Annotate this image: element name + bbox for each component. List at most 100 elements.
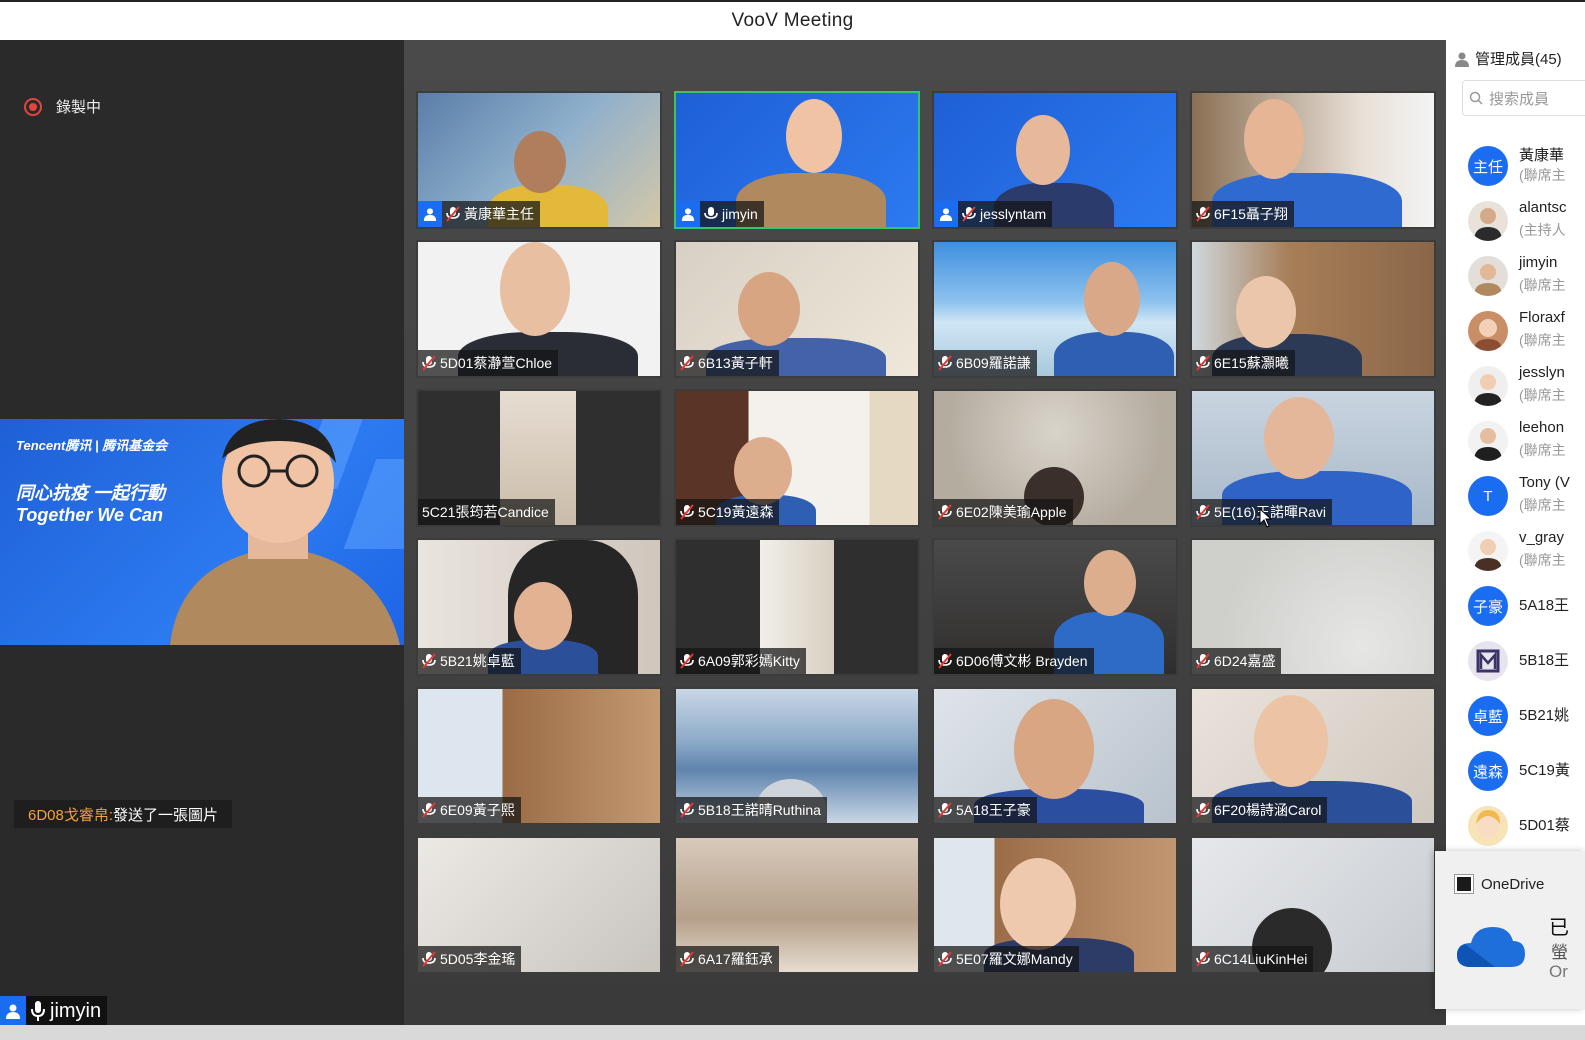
- member-item[interactable]: jesslyn (聯席主: [1468, 360, 1585, 410]
- member-name: 5B21姚: [1519, 707, 1570, 724]
- video-tile[interactable]: 6B13黃子軒: [674, 240, 920, 378]
- mic-muted-icon: [446, 206, 460, 222]
- participant-name: 黃康華主任: [464, 206, 534, 222]
- member-item[interactable]: leehon (聯席主: [1468, 415, 1585, 465]
- onedrive-app-icon: [1454, 874, 1474, 894]
- recording-label: 錄製中: [56, 99, 102, 116]
- video-tile[interactable]: 6C14LiuKinHei: [1190, 836, 1436, 974]
- tile-label: 6F20楊詩涵Carol: [1192, 797, 1328, 823]
- member-item[interactable]: 5D01蔡: [1468, 800, 1585, 850]
- member-name: 黃康華: [1519, 147, 1565, 164]
- mic-muted-icon: [422, 355, 436, 371]
- video-tile[interactable]: 6F20楊詩涵Carol: [1190, 687, 1436, 825]
- member-item[interactable]: 主任 黃康華 (聯席主: [1468, 140, 1585, 190]
- banner-brand: Tencent腾讯 | 腾讯基金会: [16, 438, 168, 453]
- tile-label: 5C19黃遠森: [676, 499, 780, 525]
- mic-muted-icon: [680, 355, 694, 371]
- recording-indicator[interactable]: 錄製中: [24, 96, 101, 117]
- tile-label: jimyin: [676, 201, 764, 227]
- video-tile[interactable]: 5E(16)王諾暉Ravi: [1190, 389, 1436, 527]
- video-tile[interactable]: 6F15聶子翔: [1190, 91, 1436, 229]
- video-tile[interactable]: 6A09郭彩嫣Kitty: [674, 538, 920, 676]
- video-tile[interactable]: jesslyntam: [932, 91, 1178, 229]
- avatar: [1468, 421, 1508, 461]
- avatar: [1468, 201, 1508, 241]
- participant-name: 6F15聶子翔: [1214, 206, 1288, 222]
- video-tile[interactable]: 5A18王子豪: [932, 687, 1178, 825]
- video-tile[interactable]: 6E09黃子熙: [416, 687, 662, 825]
- avatar: 子豪: [1468, 586, 1508, 626]
- member-item[interactable]: T Tony (V (聯席主: [1468, 470, 1585, 520]
- toast-app-name: OneDrive: [1481, 875, 1545, 893]
- member-item[interactable]: 遠森 5C19黃: [1468, 745, 1585, 795]
- participant-name: jimyin: [722, 206, 758, 222]
- member-item[interactable]: Floraxf (聯席主: [1468, 305, 1585, 355]
- avatar: 遠森: [1468, 751, 1508, 791]
- member-item[interactable]: v_gray (聯席主: [1468, 525, 1585, 575]
- video-tile[interactable]: jimyin: [674, 91, 920, 229]
- active-speaker-video[interactable]: Tencent腾讯 | 腾讯基金会 同心抗疫 一起行動 Together We …: [0, 419, 404, 645]
- mic-muted-icon: [1196, 206, 1210, 222]
- member-name: jesslyn: [1519, 364, 1565, 381]
- title-bar: VooV Meeting: [0, 0, 1585, 40]
- chat-sender: 6D08戈睿帛:: [28, 806, 114, 824]
- video-tile[interactable]: 6D06傅文彬 Brayden: [932, 538, 1178, 676]
- member-name: 5C19黃: [1519, 762, 1570, 779]
- member-item[interactable]: jimyin (聯席主: [1468, 250, 1585, 300]
- video-tile[interactable]: 6E02陳美瑜Apple: [932, 389, 1178, 527]
- tile-label: 5E07羅文娜Mandy: [934, 946, 1079, 972]
- avatar: T: [1468, 476, 1508, 516]
- video-tile[interactable]: 5D01蔡瀞萱Chloe: [416, 240, 662, 378]
- video-tile[interactable]: 6B09羅諾謙: [932, 240, 1178, 378]
- participant-name: 5B18王諾晴Ruthina: [698, 802, 821, 818]
- mic-muted-icon: [938, 951, 952, 967]
- mic-muted-icon: [680, 504, 694, 520]
- member-role: (聯席主: [1519, 497, 1566, 513]
- members-header[interactable]: 管理成員(45): [1454, 48, 1562, 69]
- tile-label: 6A09郭彩嫣Kitty: [676, 648, 806, 674]
- member-item[interactable]: 子豪 5A18王: [1468, 580, 1585, 630]
- participant-name: 6D24嘉盛: [1214, 653, 1276, 669]
- member-search-input[interactable]: 搜索成員: [1462, 80, 1585, 116]
- video-tile[interactable]: 6A17羅鈺承: [674, 836, 920, 974]
- tile-label: 6B13黃子軒: [676, 350, 779, 376]
- member-item[interactable]: 5B18王: [1468, 635, 1585, 685]
- video-tile[interactable]: 5B21姚卓藍: [416, 538, 662, 676]
- self-view-tag: jimyin: [0, 996, 108, 1026]
- tile-label: 5C21張筠若Candice: [418, 499, 555, 525]
- chat-message: 發送了一張圖片: [113, 806, 219, 824]
- video-tile[interactable]: 5B18王諾晴Ruthina: [674, 687, 920, 825]
- avatar: [1468, 366, 1508, 406]
- tile-label: 6D24嘉盛: [1192, 648, 1282, 674]
- mic-muted-icon: [422, 951, 436, 967]
- tile-label: 6D06傅文彬 Brayden: [934, 648, 1094, 674]
- toast-title: 已: [1549, 917, 1569, 939]
- chat-notification[interactable]: 6D08戈睿帛: 發送了一張圖片: [14, 800, 233, 828]
- tile-label: 6E02陳美瑜Apple: [934, 499, 1073, 525]
- search-placeholder: 搜索成員: [1489, 90, 1550, 108]
- toast-app-header: OneDrive: [1454, 874, 1545, 894]
- video-tile[interactable]: 6E15蘇灝曦: [1190, 240, 1436, 378]
- video-tile[interactable]: 5E07羅文娜Mandy: [932, 836, 1178, 974]
- tile-label: 5B21姚卓藍: [418, 648, 521, 674]
- video-tile[interactable]: 5C19黃遠森: [674, 389, 920, 527]
- video-tile[interactable]: 5C21張筠若Candice: [416, 389, 662, 527]
- member-name: Floraxf: [1519, 309, 1565, 326]
- onedrive-notification[interactable]: OneDrive 已 螢 Or: [1435, 851, 1585, 1009]
- participant-name: 6E02陳美瑜Apple: [956, 504, 1067, 520]
- tile-label: 黃康華主任: [418, 201, 540, 227]
- participant-name: 6A17羅鈺承: [698, 951, 773, 967]
- member-item[interactable]: alantsc (主持人: [1468, 195, 1585, 245]
- host-icon: [676, 201, 700, 227]
- avatar: 卓藍: [1468, 696, 1508, 736]
- video-grid: 黃康華主任 jimyin jesslyntam 6F15聶子翔 5D01蔡瀞萱C…: [404, 40, 1446, 1025]
- banner-slogan-cn: 同心抗疫 一起行動: [16, 483, 166, 503]
- member-role: (聯席主: [1519, 167, 1566, 183]
- participant-name: 5E07羅文娜Mandy: [956, 951, 1073, 967]
- member-item[interactable]: 卓藍 5B21姚: [1468, 690, 1585, 740]
- video-tile[interactable]: 6D24嘉盛: [1190, 538, 1436, 676]
- tile-label: 5B18王諾晴Ruthina: [676, 797, 827, 823]
- video-tile[interactable]: 黃康華主任: [416, 91, 662, 229]
- participant-name: 6B13黃子軒: [698, 355, 773, 371]
- video-tile[interactable]: 5D05李金瑤: [416, 836, 662, 974]
